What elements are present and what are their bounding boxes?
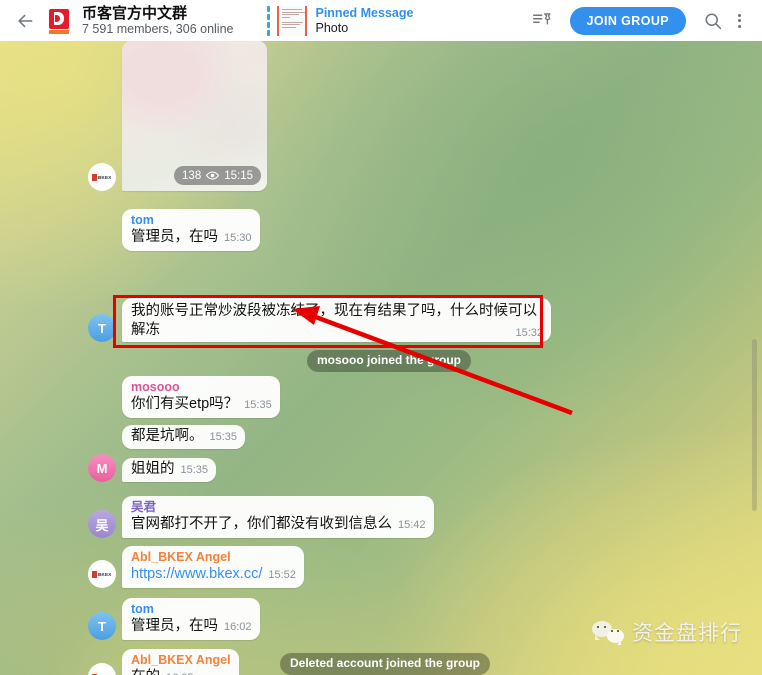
message-row-tom-1[interactable]: tom 管理员，在吗 15:30 <box>88 209 260 251</box>
avatar-placeholder <box>88 390 116 418</box>
pinned-message-text: Pinned Message Photo <box>315 6 413 36</box>
group-title: 币客官方中文群 <box>82 4 188 22</box>
message-timestamp: 15:30 <box>224 232 252 244</box>
service-message-join-deleted: Deleted account joined the group <box>280 653 491 675</box>
avatar-bkex-angel[interactable]: BKEX <box>88 560 116 588</box>
avatar-placeholder <box>88 421 116 449</box>
join-group-button[interactable]: JOIN GROUP <box>569 6 686 35</box>
search-icon[interactable] <box>700 8 726 34</box>
back-arrow-icon[interactable] <box>12 8 38 34</box>
pinned-message[interactable]: Pinned Message Photo <box>267 5 413 36</box>
message-row-mosooo-1[interactable]: mosooo 你们有买etp吗？ 15:35 <box>88 376 280 418</box>
message-sender-name: 吴君 <box>131 500 157 514</box>
message-row-photo[interactable]: BKEX 138 15:15 <box>88 41 267 191</box>
message-text: 管理员，在吗 <box>131 618 218 634</box>
message-timestamp: 15:35 <box>180 464 209 476</box>
avatar-placeholder <box>88 223 116 251</box>
eye-icon <box>206 171 220 180</box>
message-bubble-mosooo-3[interactable]: 姐姐的 15:35 <box>122 458 217 482</box>
chat-message-area[interactable]: BKEX 138 15:15 tom 管理员，在吗 15:30 T 我的账号正常… <box>0 41 762 675</box>
telegram-group-chat-screenshot: 币客官方中文群 7 591 members, 306 online Pinned… <box>0 0 762 675</box>
service-message-join-mosooo: mosooo joined the group <box>307 350 471 372</box>
message-bubble-angel-1[interactable]: Abl_BKEX Angel https://www.bkex.cc/15:52 <box>122 546 304 588</box>
pinned-message-label: Pinned Message <box>315 5 414 20</box>
photo-view-count: 138 <box>182 169 202 182</box>
photo-message-bubble[interactable]: 138 15:15 <box>122 41 267 191</box>
message-text: 你们有买etp吗？ <box>131 396 239 412</box>
bkex-logo-icon: BKEX <box>92 172 112 182</box>
group-avatar[interactable] <box>46 7 72 34</box>
message-row-highlighted[interactable]: T 我的账号正常炒波段被冻结了，现在有结果了吗，什么时候可以解冻 15:32 <box>88 298 551 342</box>
message-row-angel-2[interactable]: BKEX Abl_BKEX Angel 在的16:05 <box>88 649 239 675</box>
avatar-wujun[interactable]: 吴 <box>88 510 116 538</box>
message-text: 管理员，在吗 <box>131 229 218 245</box>
message-row-wujun[interactable]: 吴 吴君 官网都打不开了，你们都没有收到信息么 15:42 <box>88 496 434 538</box>
avatar-tom[interactable]: T <box>88 612 116 640</box>
message-bubble-wujun[interactable]: 吴君 官网都打不开了，你们都没有收到信息么 15:42 <box>122 496 434 538</box>
message-sender-name: tom <box>131 602 154 616</box>
chat-header: 币客官方中文群 7 591 members, 306 online Pinned… <box>0 0 762 41</box>
message-row-mosooo-3[interactable]: M 姐姐的 15:35 <box>88 454 217 482</box>
group-avatar-glyph-inner <box>55 14 60 22</box>
bkex-logo-icon: BKEX <box>92 569 112 579</box>
message-bubble-angel-2[interactable]: Abl_BKEX Angel 在的16:05 <box>122 649 239 675</box>
avatar-tom[interactable]: T <box>88 314 116 342</box>
pinned-indicator-bars <box>267 5 271 36</box>
message-timestamp: 15:52 <box>268 569 296 581</box>
message-bubble-mosooo-2[interactable]: 都是坑啊。 15:35 <box>122 425 246 449</box>
message-timestamp: 15:35 <box>209 431 238 443</box>
photo-meta: 138 15:15 <box>174 166 261 185</box>
message-text: 姐姐的 <box>131 461 175 477</box>
more-options-dots <box>737 13 741 28</box>
message-text: 都是坑啊。 <box>131 428 204 444</box>
message-timestamp: 15:35 <box>244 399 272 411</box>
message-sender-name: mosooo <box>131 380 180 394</box>
message-row-mosooo-2[interactable]: 都是坑啊。 15:35 <box>88 421 246 449</box>
chat-scrollbar[interactable] <box>752 339 757 511</box>
group-member-count: 7 591 members, 306 online <box>82 21 234 36</box>
watermark: 资金盘排行 <box>592 617 742 647</box>
pinned-message-type: Photo <box>315 20 349 35</box>
message-text: 官网都打不开了，你们都没有收到信息么 <box>131 516 392 532</box>
message-timestamp: 15:42 <box>398 519 426 531</box>
message-row-angel-1[interactable]: BKEX Abl_BKEX Angel https://www.bkex.cc/… <box>88 546 304 588</box>
pinned-photo-thumbnail <box>277 5 308 36</box>
avatar-bkex-angel[interactable]: BKEX <box>88 163 116 191</box>
photo-timestamp: 15:15 <box>224 169 253 182</box>
message-bubble-mosooo-1[interactable]: mosooo 你们有买etp吗？ 15:35 <box>122 376 280 418</box>
group-title-block[interactable]: 币客官方中文群 7 591 members, 306 online <box>82 5 233 37</box>
message-sender-name: Abl_BKEX Angel <box>131 550 231 564</box>
message-row-tom-2[interactable]: T tom 管理员，在吗 16:02 <box>88 598 260 640</box>
avatar-mosooo[interactable]: M <box>88 454 116 482</box>
message-bubble-tom-1[interactable]: tom 管理员，在吗 15:30 <box>122 209 260 251</box>
group-avatar-footer-band <box>49 29 69 34</box>
message-text: 我的账号正常炒波段被冻结了，现在有结果了吗，什么时候可以解冻 <box>131 303 537 338</box>
message-sender-name: tom <box>131 213 154 227</box>
message-sender-name: Abl_BKEX Angel <box>131 653 231 667</box>
message-timestamp: 15:32 <box>515 327 543 339</box>
pinned-messages-list-icon[interactable] <box>530 8 556 34</box>
message-bubble-tom-2[interactable]: tom 管理员，在吗 16:02 <box>122 598 260 640</box>
wechat-icon <box>592 621 624 645</box>
message-timestamp: 16:02 <box>224 621 252 633</box>
watermark-text: 资金盘排行 <box>632 621 742 645</box>
avatar-bkex-angel[interactable]: BKEX <box>88 663 116 675</box>
message-link[interactable]: https://www.bkex.cc/ <box>131 566 262 582</box>
message-text: 在的 <box>131 669 160 675</box>
message-bubble-highlighted[interactable]: 我的账号正常炒波段被冻结了，现在有结果了吗，什么时候可以解冻 15:32 <box>122 298 551 342</box>
more-options-icon[interactable] <box>726 8 752 34</box>
